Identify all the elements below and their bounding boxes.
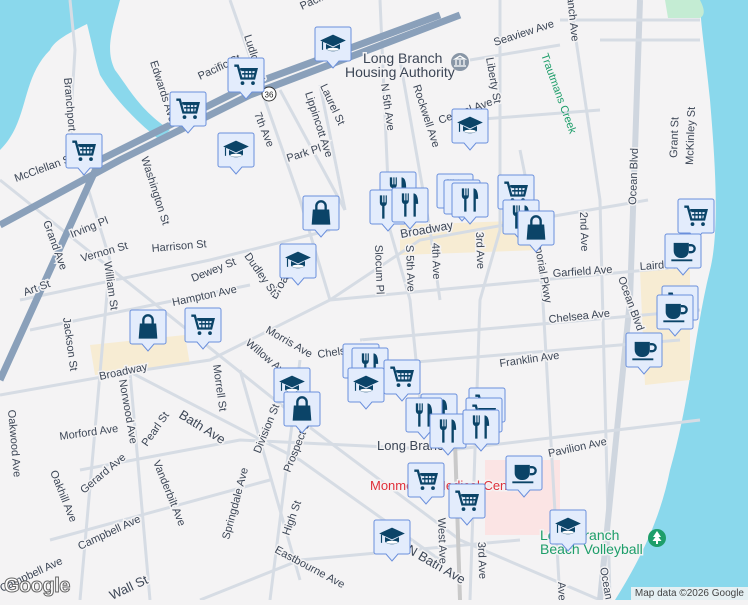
street-label: Harrison St	[151, 238, 207, 255]
street-label: Springdale Ave	[220, 466, 251, 540]
street-label: Wall St	[107, 572, 151, 600]
housing-authority-label: Housing Authority	[345, 64, 455, 80]
street-label: Oakwood Ave	[5, 409, 23, 477]
park-area	[665, 0, 704, 18]
google-logo[interactable]: Google	[4, 575, 71, 598]
creek-label: Trautmans Creek	[538, 52, 578, 136]
road-network	[0, 0, 701, 602]
street-label: Ave	[555, 582, 568, 600]
map-attribution[interactable]: Map data ©2026 Google	[630, 587, 748, 600]
marker-pin[interactable]	[451, 182, 489, 225]
street-label: McKinley St	[684, 107, 698, 165]
poi-marker-food[interactable]	[451, 182, 489, 225]
park-tree-icon[interactable]	[648, 529, 666, 547]
street-label: N 5th Ave	[378, 83, 396, 132]
street-label: 2nd Ave	[577, 212, 590, 252]
poi-marker-cart[interactable]	[448, 483, 486, 526]
street-label: Pearl St	[140, 410, 172, 449]
street-labels: Broadway Broadway Broadway Branchport Av…	[0, 0, 700, 605]
street-label: West Ave	[435, 518, 449, 564]
poi-marker-grad[interactable]	[451, 108, 489, 151]
poi-marker-grad[interactable]	[217, 132, 255, 175]
street-label: Washington St	[138, 155, 171, 226]
street-label: Jackson St	[60, 317, 79, 372]
street-label: Slocum Pl	[372, 245, 386, 295]
street-label: Gerard Ave	[78, 451, 128, 496]
poi-marker-grad[interactable]	[373, 519, 411, 562]
street-label: Pavilion Ave	[547, 436, 608, 460]
map-view[interactable]: 36 Broadway Broadway Broadway Branchport…	[0, 0, 748, 605]
medical-center-label[interactable]: Monmouth Medical Center	[369, 477, 525, 495]
government-building-icon[interactable]	[451, 53, 469, 71]
street-label: Norwood Ave	[116, 378, 139, 444]
street-label: 4th Ave	[429, 243, 442, 280]
poi-marker-grad[interactable]	[347, 367, 385, 410]
street-label: Morrell St	[210, 364, 228, 412]
street-label: Chelsea Ave	[548, 308, 610, 326]
poi-marker-cart[interactable]	[184, 307, 222, 350]
street-label: William St	[101, 261, 120, 311]
street-label: Bath Ave	[176, 407, 228, 447]
street-label: Grant St	[668, 117, 681, 158]
route-number: 36	[265, 91, 274, 100]
street-label: High St	[281, 499, 305, 537]
street-label: Dudley St	[242, 251, 279, 297]
street-label: Hampton Ave	[171, 284, 238, 309]
street-label: 3rd Ave	[475, 542, 488, 580]
street-label: S 5th Ave	[403, 245, 417, 292]
street-label: Oakhill Ave	[47, 469, 79, 524]
street-label: Morford Ave	[59, 423, 119, 443]
street-label: Pacific St	[298, 0, 345, 13]
street-label: Garfield Ave	[552, 264, 612, 280]
poi-marker-cart[interactable]	[407, 462, 445, 505]
street-label: Ocean Blvd	[627, 148, 641, 205]
poi-marker-cart[interactable]	[169, 91, 207, 134]
street-label: 3rd Ave	[473, 232, 486, 270]
street-label: Seaview Ave	[492, 18, 555, 49]
street-label: Vanderbilt Ave	[150, 459, 187, 528]
poi-marker-cart[interactable]	[383, 359, 421, 402]
poi-marker-bag[interactable]	[283, 391, 321, 434]
